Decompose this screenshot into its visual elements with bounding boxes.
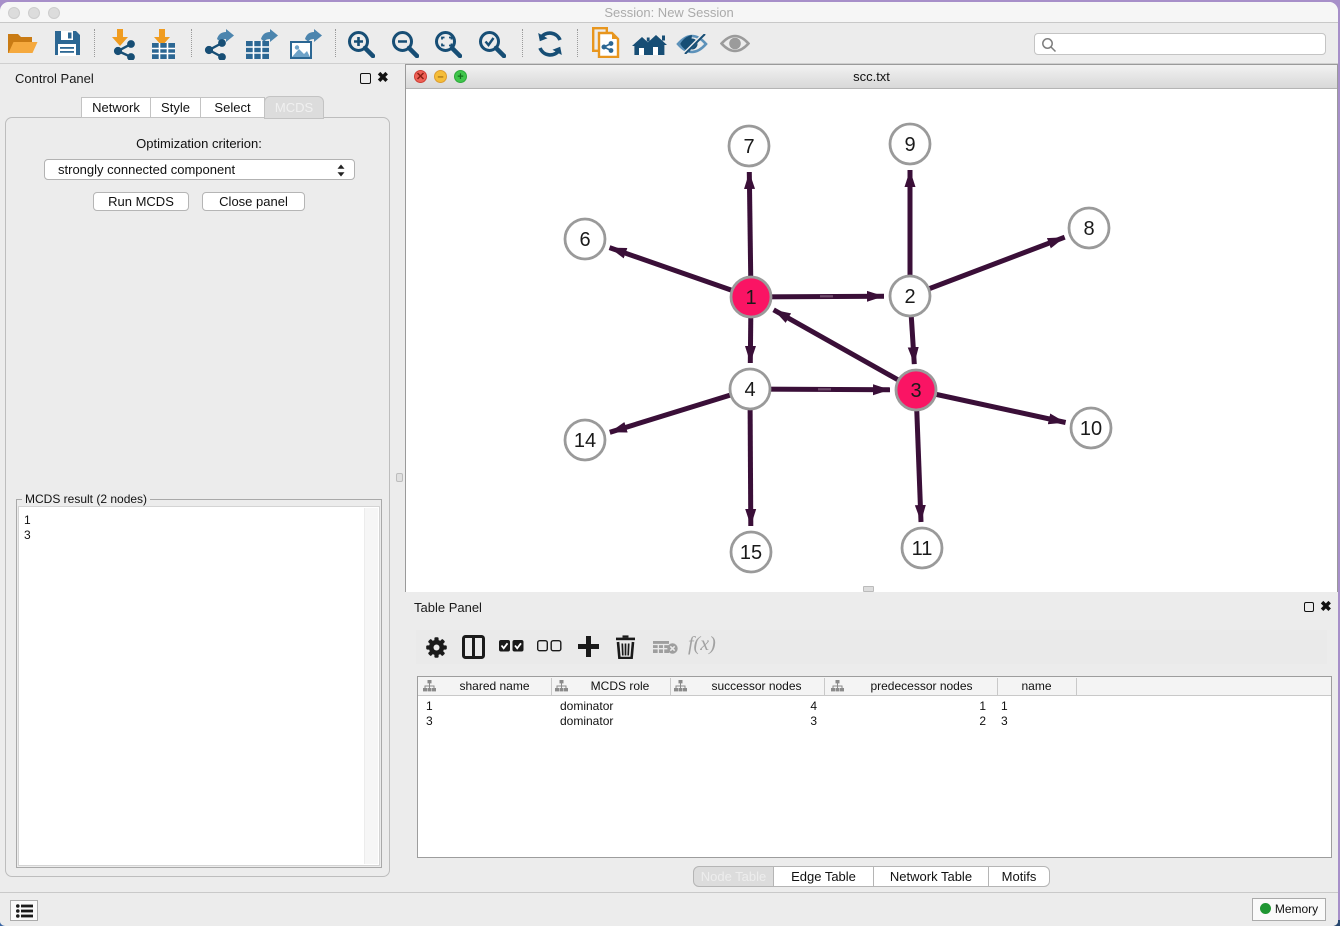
- svg-text:10: 10: [1080, 418, 1102, 440]
- svg-text:15: 15: [740, 542, 762, 564]
- svg-text:9: 9: [904, 134, 915, 156]
- svg-text:1: 1: [745, 287, 756, 309]
- svg-text:8: 8: [1083, 218, 1094, 240]
- svg-text:3: 3: [910, 380, 921, 402]
- svg-text:6: 6: [579, 229, 590, 251]
- svg-text:4: 4: [744, 379, 755, 401]
- svg-text:14: 14: [574, 430, 596, 452]
- svg-text:7: 7: [743, 136, 754, 158]
- svg-text:11: 11: [912, 538, 933, 560]
- svg-text:2: 2: [904, 286, 915, 308]
